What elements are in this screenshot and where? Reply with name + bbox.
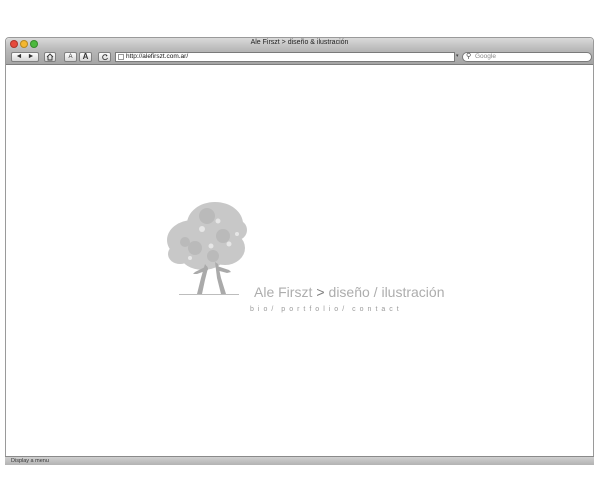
- browser-window: Ale Firszt > diseño & ilustración ◄ ► A A…: [5, 37, 594, 465]
- nav-link-bio[interactable]: bio/: [250, 306, 277, 313]
- nav-link-contact[interactable]: contact: [352, 306, 403, 313]
- browser-toolbar: ◄ ► A A http://alefirszt.com.ar/ ▾ ⚲ Goog…: [6, 50, 593, 65]
- search-placeholder: Google: [475, 53, 496, 60]
- nav-link-portfolio[interactable]: portfolio/: [281, 306, 348, 313]
- back-forward-buttons[interactable]: ◄ ►: [11, 52, 39, 62]
- brand-tagline: diseño / ilustración: [328, 284, 445, 300]
- page-content: [6, 65, 593, 457]
- forward-arrow-icon[interactable]: ►: [25, 53, 37, 61]
- tree-logo: [167, 202, 247, 295]
- search-field[interactable]: ⚲ Google: [462, 52, 592, 62]
- text-smaller-button[interactable]: A: [64, 52, 77, 62]
- url-text: http://alefirszt.com.ar/: [126, 53, 189, 60]
- status-text: Display a menu: [11, 458, 49, 464]
- text-bigger-button[interactable]: A: [79, 52, 92, 62]
- url-dropdown-icon[interactable]: ▾: [456, 53, 459, 59]
- home-icon: [46, 53, 54, 61]
- back-arrow-icon[interactable]: ◄: [13, 53, 25, 61]
- reload-icon: [101, 54, 108, 61]
- reload-button[interactable]: [98, 52, 111, 62]
- window-title: Ale Firszt > diseño & ilustración: [250, 39, 349, 46]
- brand-separator: >: [316, 284, 325, 300]
- brand-name: Ale Firszt: [254, 284, 313, 300]
- title-bar: Ale Firszt > diseño & ilustración: [6, 38, 593, 50]
- address-bar[interactable]: http://alefirszt.com.ar/: [115, 52, 455, 62]
- site-brand: Ale Firszt > diseño / ilustración: [254, 284, 444, 300]
- page-favicon-icon: [118, 54, 124, 60]
- home-button[interactable]: [44, 52, 56, 62]
- site-navigation: bio/ portfolio/ contact: [250, 306, 403, 313]
- search-icon[interactable]: ⚲: [466, 53, 471, 61]
- status-bar: Display a menu: [5, 456, 594, 465]
